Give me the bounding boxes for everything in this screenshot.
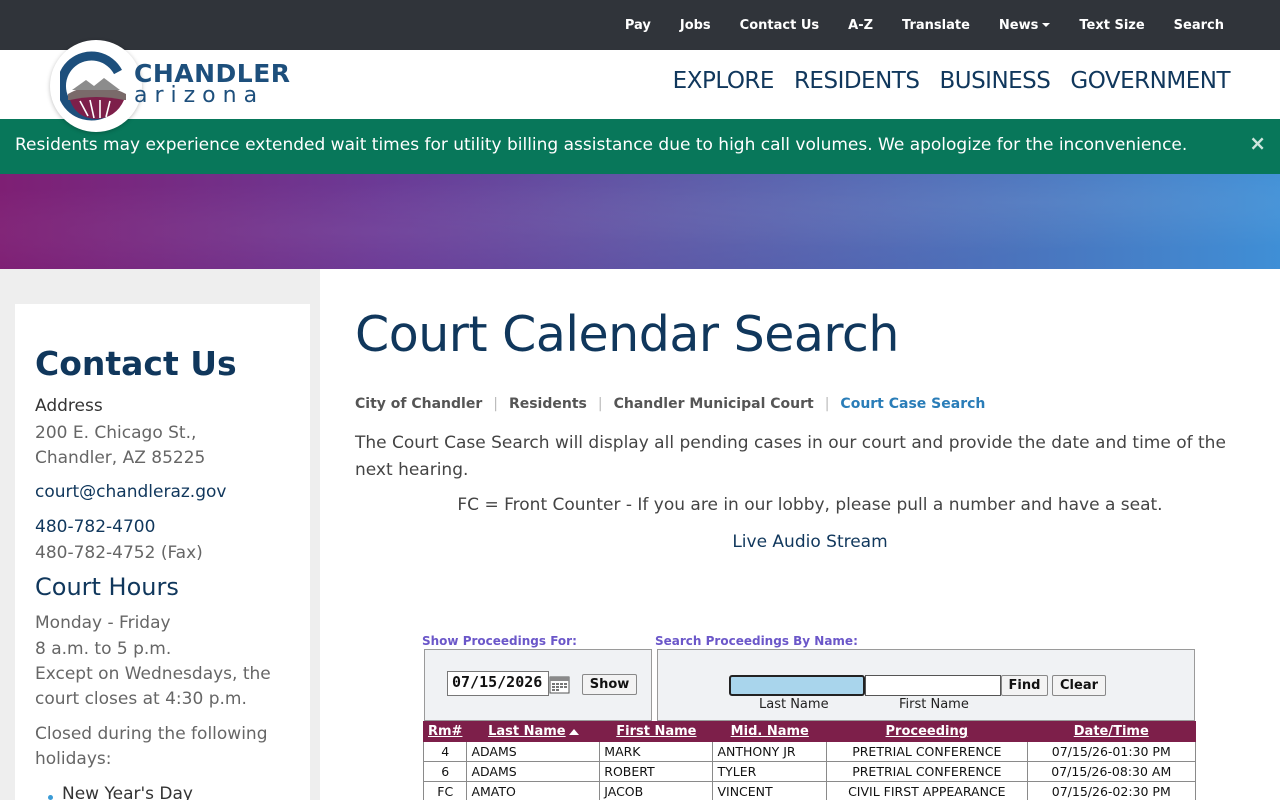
column-header-last-name[interactable]: Last Name — [466, 721, 601, 742]
utility-link-news[interactable]: News — [999, 18, 1051, 33]
cell-middle-name: TYLER — [712, 761, 828, 782]
calendar-icon[interactable] — [549, 675, 570, 694]
cell-date-time: 07/15/26-08:30 AM — [1026, 761, 1197, 782]
cell-last-name: AMATO — [466, 781, 601, 800]
table-header-row: Rm# Last Name First Name Mid. Name Proce… — [422, 721, 1197, 742]
utility-nav: Pay Jobs Contact Us A-Z Translate News T… — [625, 0, 1224, 50]
address-line2: Chandler, AZ 85225 — [35, 448, 206, 468]
nav-residents[interactable]: RESIDENTS — [794, 68, 920, 94]
column-header-proceeding[interactable]: Proceeding — [826, 721, 1028, 742]
utility-link-a-z[interactable]: A-Z — [848, 18, 873, 33]
utility-link-pay[interactable]: Pay — [625, 18, 651, 33]
search-by-name-label: Search Proceedings By Name: — [655, 634, 858, 648]
holiday-item: New Year's Day — [62, 784, 193, 800]
hours-days: Monday - Friday — [35, 613, 171, 633]
utility-link-translate[interactable]: Translate — [902, 18, 970, 33]
address-label: Address — [35, 396, 103, 416]
fax-number: 480-782-4752 (Fax) — [35, 543, 203, 563]
first-name-input[interactable] — [865, 675, 1001, 696]
wordmark-arizona: arizona — [134, 83, 265, 108]
hero-banner — [0, 174, 1280, 269]
address-line1: 200 E. Chicago St., — [35, 423, 197, 443]
show-proceedings-label: Show Proceedings For: — [422, 634, 577, 648]
table-row: 4 ADAMS MARK ANTHONY JR PRETRIAL CONFERE… — [422, 741, 1197, 762]
caret-down-icon — [1042, 23, 1051, 27]
live-audio-stream-link[interactable]: Live Audio Stream — [355, 532, 1265, 552]
cell-middle-name: VINCENT — [712, 781, 828, 800]
column-header-middle-name[interactable]: Mid. Name — [712, 721, 828, 742]
column-header-last-name-label: Last Name — [488, 724, 566, 739]
city-wordmark[interactable]: CHANDLER arizona — [134, 60, 291, 108]
cell-first-name: MARK — [599, 741, 714, 762]
nav-explore[interactable]: EXPLORE — [673, 68, 775, 94]
date-input[interactable]: 07/15/2026 — [447, 671, 549, 696]
cell-last-name: ADAMS — [466, 761, 601, 782]
breadcrumb-separator: | — [597, 396, 603, 412]
cell-last-name: ADAMS — [466, 741, 601, 762]
news-label[interactable]: News — [999, 18, 1038, 33]
table-row: 6 ADAMS ROBERT TYLER PRETRIAL CONFERENCE… — [422, 761, 1197, 782]
column-header-room[interactable]: Rm# — [422, 721, 468, 742]
list-bullet — [48, 795, 53, 800]
breadcrumb-court[interactable]: Chandler Municipal Court — [614, 396, 814, 412]
cell-first-name: JACOB — [599, 781, 714, 800]
page-title: Court Calendar Search — [355, 306, 899, 363]
table-row: FC AMATO JACOB VINCENT CIVIL FIRST APPEA… — [422, 781, 1197, 800]
breadcrumb-separator: | — [493, 396, 498, 412]
last-name-input[interactable] — [729, 675, 865, 696]
hours-exception: Except on Wednesdays, the court closes a… — [35, 664, 271, 709]
utility-link-search[interactable]: Search — [1174, 18, 1224, 33]
hours-time: 8 a.m. to 5 p.m. — [35, 639, 172, 659]
intro-text: The Court Case Search will display all p… — [355, 433, 1226, 480]
holidays-intro: Closed during the following holidays: — [35, 724, 268, 769]
cell-date-time: 07/15/26-01:30 PM — [1026, 741, 1197, 762]
cell-first-name: ROBERT — [599, 761, 714, 782]
show-button[interactable]: Show — [582, 674, 637, 695]
cell-room: 4 — [422, 741, 468, 762]
phone-link[interactable]: 480-782-4700 — [35, 517, 155, 537]
utility-link-text-size[interactable]: Text Size — [1079, 18, 1144, 33]
city-logo[interactable] — [50, 40, 142, 132]
breadcrumb-current: Court Case Search — [840, 396, 986, 412]
front-counter-note: FC = Front Counter - If you are in our l… — [457, 495, 1163, 515]
cell-proceeding: PRETRIAL CONFERENCE — [826, 741, 1028, 762]
court-hours-heading: Court Hours — [35, 573, 179, 601]
first-name-label: First Name — [899, 697, 969, 712]
nav-government[interactable]: GOVERNMENT — [1070, 68, 1230, 94]
cell-room: FC — [422, 781, 468, 800]
breadcrumb-separator: | — [824, 396, 830, 412]
cell-middle-name: ANTHONY JR — [712, 741, 828, 762]
breadcrumb-residents[interactable]: Residents — [509, 396, 587, 412]
utility-bar: Pay Jobs Contact Us A-Z Translate News T… — [0, 0, 1280, 50]
column-header-date-time[interactable]: Date/Time — [1026, 721, 1197, 742]
utility-link-contact-us[interactable]: Contact Us — [740, 18, 819, 33]
proceedings-table: Rm# Last Name First Name Mid. Name Proce… — [422, 721, 1197, 800]
sort-ascending-icon — [568, 728, 579, 735]
main-nav: EXPLORE RESIDENTS BUSINESS GOVERNMENT — [673, 68, 1231, 94]
utility-link-jobs[interactable]: Jobs — [680, 18, 711, 33]
contact-heading: Contact Us — [35, 344, 237, 383]
clear-button[interactable]: Clear — [1052, 675, 1106, 696]
last-name-label: Last Name — [759, 697, 829, 712]
city-logo-icon — [60, 51, 126, 121]
cell-room: 6 — [422, 761, 468, 782]
cell-proceeding: PRETRIAL CONFERENCE — [826, 761, 1028, 782]
breadcrumb: City of Chandler | Residents | Chandler … — [355, 396, 985, 412]
email-link[interactable]: court@chandleraz.gov — [35, 482, 226, 502]
cell-date-time: 07/15/26-02:30 PM — [1026, 781, 1197, 800]
alert-message: Residents may experience extended wait t… — [15, 135, 1188, 155]
find-button[interactable]: Find — [1001, 675, 1048, 696]
cell-proceeding: CIVIL FIRST APPEARANCE — [826, 781, 1028, 800]
breadcrumb-city[interactable]: City of Chandler — [355, 396, 482, 412]
nav-business[interactable]: BUSINESS — [939, 68, 1050, 94]
alert-banner: Residents may experience extended wait t… — [0, 119, 1280, 174]
column-header-first-name[interactable]: First Name — [599, 721, 714, 742]
close-icon[interactable]: × — [1249, 131, 1266, 155]
